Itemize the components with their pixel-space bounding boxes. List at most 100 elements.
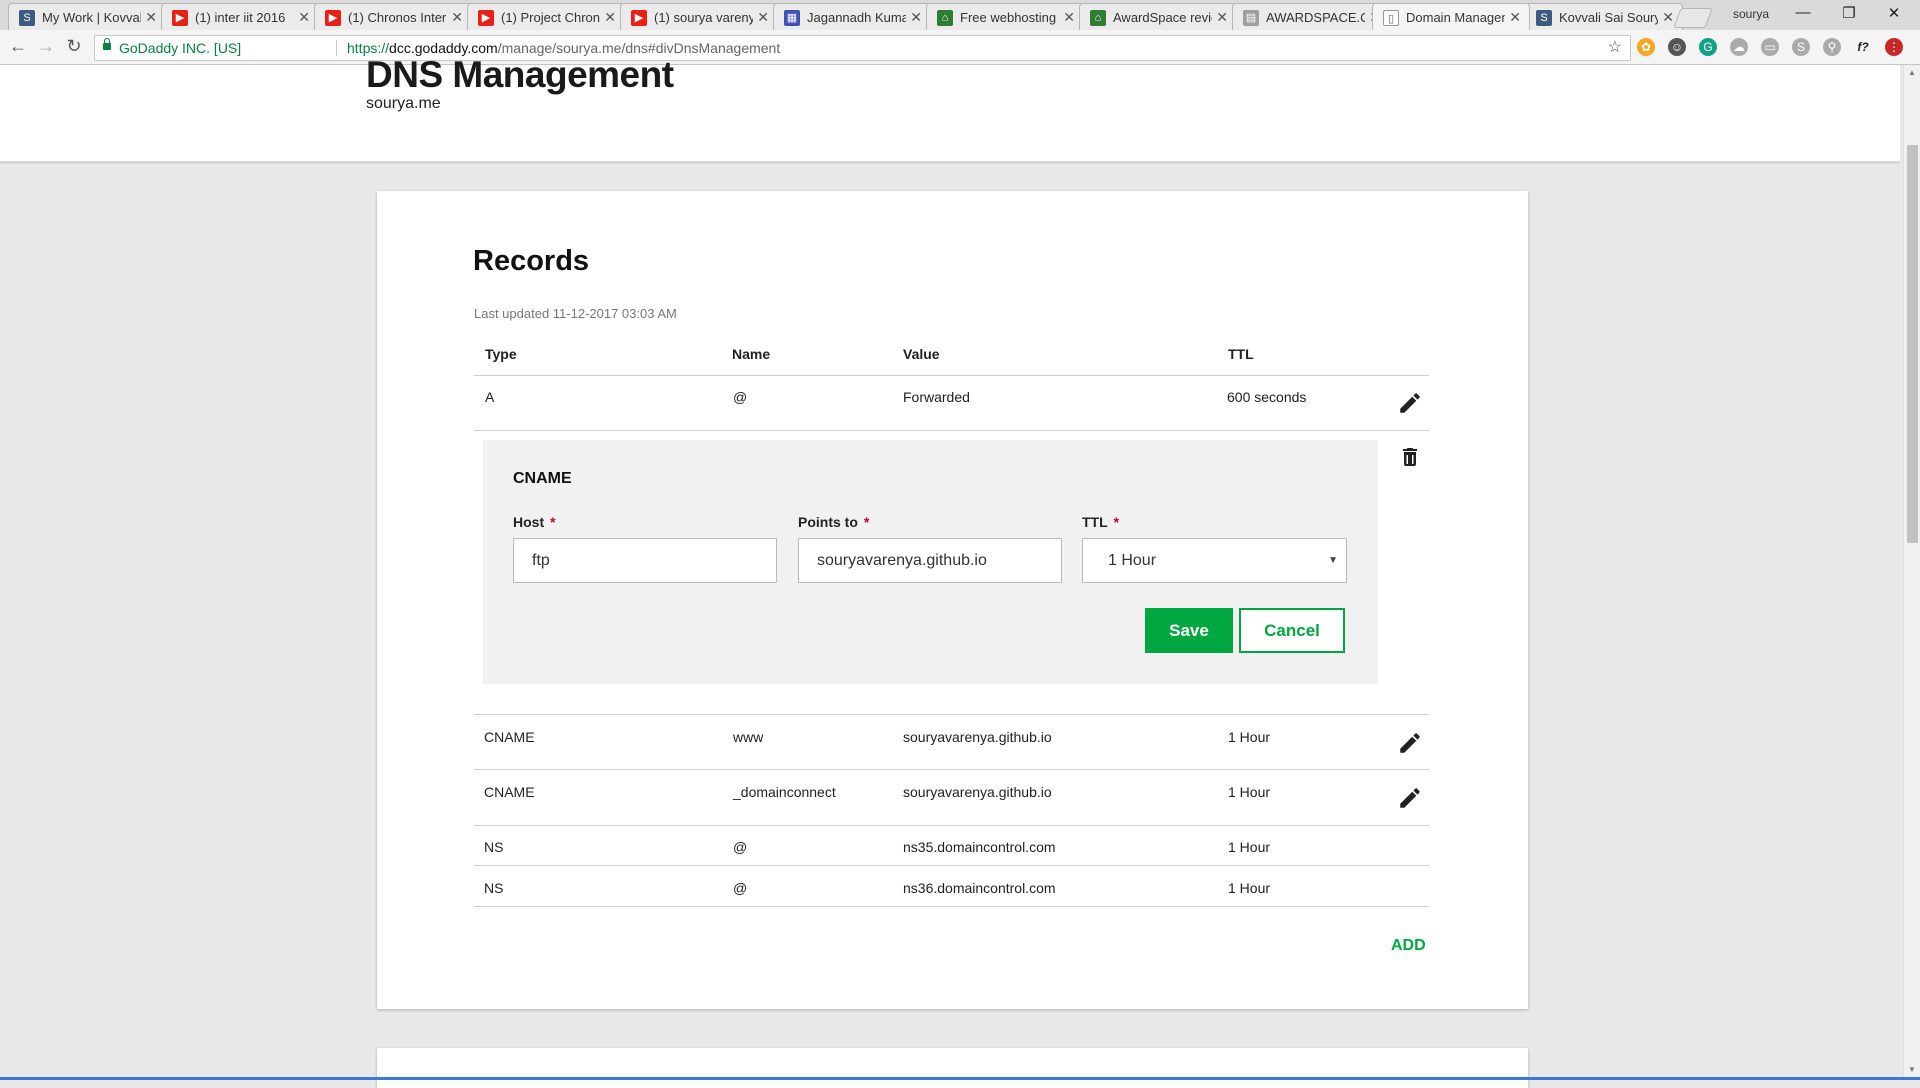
close-icon[interactable]: ✕ xyxy=(451,4,463,31)
browser-tab[interactable]: ▶ (1) Project Chronos ✕ xyxy=(467,3,625,30)
scroll-down-icon[interactable]: ▼ xyxy=(1908,1065,1916,1074)
browser-tab[interactable]: ▤ AWARDSPACE.COM ✕ xyxy=(1232,3,1390,30)
document-icon: ▯ xyxy=(1383,10,1399,26)
record-value: souryavarenya.github.io xyxy=(903,784,1052,800)
host-input[interactable] xyxy=(513,538,777,583)
secure-label: GoDaddy INC. [US] xyxy=(119,40,242,56)
youtube-icon: ▶ xyxy=(325,10,341,26)
formula-icon[interactable]: f? xyxy=(1854,38,1872,56)
site-s-icon: S xyxy=(19,10,35,26)
record-name: www xyxy=(733,729,764,745)
browser-tab[interactable]: ▶ (1) inter iit 2016 ✕ xyxy=(161,3,319,30)
cloud-icon[interactable]: ☁ xyxy=(1730,38,1748,56)
record-type: A xyxy=(485,389,495,405)
host-label: Host * xyxy=(513,514,556,530)
calendar-icon: ▦ xyxy=(784,10,800,26)
close-icon[interactable]: ✕ xyxy=(757,4,769,31)
address-bar: ← → ↻ GoDaddy INC. [US] https://dcc.goda… xyxy=(0,30,1920,65)
back-icon[interactable]: ← xyxy=(8,36,28,57)
browser-tab[interactable]: S My Work | Kovvali Sai Sourya ✕ xyxy=(8,3,166,30)
page-header xyxy=(0,65,1900,164)
minimize-icon[interactable]: — xyxy=(1788,4,1818,21)
divider xyxy=(474,430,1429,431)
ttl-select[interactable]: 1 Hour ▼ xyxy=(1082,538,1347,583)
record-value: souryavarenya.github.io xyxy=(903,729,1052,745)
column-header-value: Value xyxy=(903,346,940,362)
new-tab-button[interactable] xyxy=(1673,8,1713,28)
page-title: DNS Management xyxy=(366,54,674,95)
column-header-ttl: TTL xyxy=(1228,346,1254,362)
browser-tab-active[interactable]: ▯ Domain Management ✕ xyxy=(1372,3,1530,30)
save-button[interactable]: Save xyxy=(1145,608,1233,653)
reload-icon[interactable]: ↻ xyxy=(64,36,84,57)
close-icon[interactable]: ✕ xyxy=(1216,4,1228,31)
edit-pencil-icon[interactable] xyxy=(1397,785,1423,811)
record-ttl: 1 Hour xyxy=(1228,784,1271,800)
record-type: CNAME xyxy=(484,729,535,745)
profile-name[interactable]: sourya xyxy=(1733,7,1769,21)
record-name: @ xyxy=(733,839,748,855)
close-icon[interactable]: ✕ xyxy=(1662,4,1674,31)
browser-tab[interactable]: ▶ (1) Chronos Inter IIT ✕ xyxy=(314,3,472,30)
divider xyxy=(474,865,1429,866)
browser-tab[interactable]: ⌂ Free webhosting ✕ xyxy=(926,3,1084,30)
scrollbar[interactable]: ▲ ▼ xyxy=(1903,65,1920,1080)
browser-tab[interactable]: ▦ Jagannadh Kumar ✕ xyxy=(773,3,931,30)
close-icon[interactable]: ✕ xyxy=(145,4,157,31)
record-value: ns36.domaincontrol.com xyxy=(903,880,1056,896)
divider xyxy=(474,714,1429,715)
close-icon[interactable]: ✕ xyxy=(604,4,616,31)
ttl-label: TTL * xyxy=(1082,514,1120,530)
pdf-icon[interactable]: ⚲ xyxy=(1823,38,1841,56)
record-type: CNAME xyxy=(484,784,535,800)
column-header-type: Type xyxy=(485,346,517,362)
browser-tab[interactable]: ⌂ AwardSpace reviews ✕ xyxy=(1079,3,1237,30)
extension-icon[interactable]: ✿ xyxy=(1637,38,1655,56)
scroll-up-icon[interactable]: ▲ xyxy=(1908,68,1916,77)
record-ttl: 1 Hour xyxy=(1228,839,1271,855)
delete-trash-icon[interactable] xyxy=(1398,444,1422,470)
last-updated-text: Last updated 11-12-2017 03:03 AM xyxy=(474,306,677,321)
youtube-icon: ▶ xyxy=(631,10,647,26)
forward-icon[interactable]: → xyxy=(36,36,56,57)
browser-tab[interactable]: ▶ (1) sourya varenya ✕ xyxy=(620,3,778,30)
scrollbar-thumb[interactable] xyxy=(1907,145,1918,543)
ttl-selected-value: 1 Hour xyxy=(1108,552,1157,569)
edit-pencil-icon[interactable] xyxy=(1397,730,1423,756)
divider xyxy=(474,769,1429,770)
youtube-icon: ▶ xyxy=(172,10,188,26)
close-icon[interactable]: ✕ xyxy=(1509,4,1521,31)
inbox-icon[interactable]: ▭ xyxy=(1761,38,1779,56)
extension-icon[interactable]: ☺ xyxy=(1668,38,1686,56)
bookmark-star-icon[interactable]: ☆ xyxy=(1608,36,1622,60)
record-ttl: 600 seconds xyxy=(1227,389,1307,405)
records-heading: Records xyxy=(473,245,590,277)
divider xyxy=(474,906,1429,907)
home-icon: ⌂ xyxy=(937,10,953,26)
page-icon: ▤ xyxy=(1243,10,1259,26)
browser-tab[interactable]: S Kovvali Sai Sourya ✕ xyxy=(1525,3,1683,30)
record-value: Forwarded xyxy=(903,389,970,405)
edit-pencil-icon[interactable] xyxy=(1397,390,1423,416)
next-card xyxy=(377,1048,1528,1088)
points-to-input[interactable] xyxy=(798,538,1062,583)
close-icon[interactable]: ✕ xyxy=(910,4,922,31)
close-icon[interactable]: ✕ xyxy=(298,4,310,31)
divider xyxy=(474,375,1429,376)
column-header-name: Name xyxy=(732,346,771,362)
url-input[interactable]: GoDaddy INC. [US] https://dcc.godaddy.co… xyxy=(94,35,1631,61)
site-s-icon: S xyxy=(1536,10,1552,26)
skype-icon[interactable]: S xyxy=(1792,38,1810,56)
menu-icon[interactable]: ⋮ xyxy=(1885,38,1903,56)
add-record-link[interactable]: ADD xyxy=(1391,937,1426,955)
record-ttl: 1 Hour xyxy=(1228,729,1271,745)
lock-icon xyxy=(103,38,111,50)
cancel-button[interactable]: Cancel xyxy=(1239,608,1345,653)
domain-name: sourya.me xyxy=(366,95,441,112)
close-icon[interactable]: ✕ xyxy=(1063,4,1075,31)
record-type: NS xyxy=(484,880,504,896)
grammarly-icon[interactable]: G xyxy=(1699,38,1717,56)
window-close-icon[interactable]: ✕ xyxy=(1879,4,1909,22)
restore-icon[interactable]: ❐ xyxy=(1834,4,1864,22)
records-card: Records Last updated 11-12-2017 03:03 AM… xyxy=(377,191,1528,1009)
